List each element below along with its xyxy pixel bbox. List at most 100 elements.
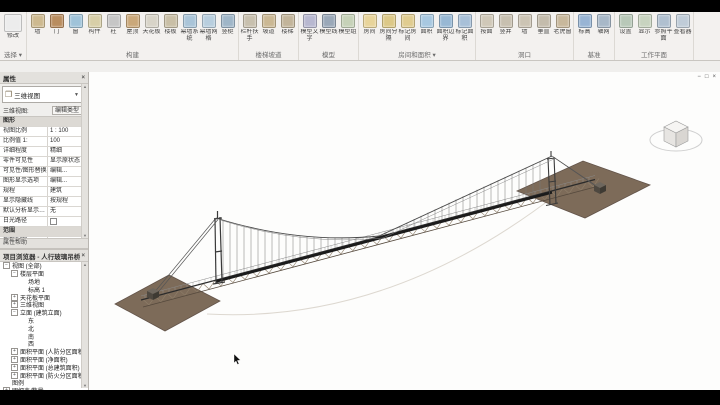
tool-component[interactable]: 构件 <box>85 13 104 36</box>
view-cube[interactable] <box>646 100 706 160</box>
view-restore-icon[interactable]: □ <box>705 74 709 80</box>
tree-expander-icon[interactable]: − <box>11 309 18 316</box>
tool-vertical-opening[interactable]: 垂直 <box>534 13 553 36</box>
tree-expander-icon[interactable]: − <box>3 262 10 269</box>
tree-expander-icon[interactable]: + <box>11 301 18 308</box>
tree-item[interactable]: −楼层平面 <box>0 270 88 278</box>
ribbon-group-label[interactable]: 房间和面积 ▾ <box>360 51 474 60</box>
tool-railing[interactable]: 栏杆扶手 <box>240 13 259 42</box>
tool-dormer[interactable]: 老虎窗 <box>553 13 572 36</box>
browser-scrollbar[interactable]: ▲▼ <box>81 262 88 388</box>
ribbon-group-label[interactable]: 工作平面 <box>616 51 692 60</box>
tool-shaft[interactable]: 竖井 <box>496 13 515 36</box>
tool-modify-cursor[interactable]: 修改 <box>1 13 25 40</box>
tool-model-group[interactable]: 模型组 <box>338 13 357 36</box>
tool-curtain-system[interactable]: 幕墙系统 <box>180 13 199 42</box>
tool-stair[interactable]: 楼梯 <box>278 13 297 36</box>
chevron-down-icon[interactable]: ▼ <box>74 92 79 98</box>
scroll-down-icon[interactable]: ▼ <box>83 383 87 388</box>
tree-expander-icon[interactable]: + <box>11 294 18 301</box>
tool-floor[interactable]: 楼板 <box>161 13 180 36</box>
property-section-header[interactable]: 图形 <box>0 117 82 127</box>
tool-label: 模型线 <box>319 29 337 36</box>
tool-room-separator[interactable]: 房间分隔 <box>379 13 398 42</box>
property-section-header[interactable]: 范围 <box>0 227 82 237</box>
tool-area[interactable]: 面积 <box>417 13 436 36</box>
close-icon[interactable]: × <box>81 75 85 81</box>
view-minimize-icon[interactable]: − <box>697 74 701 80</box>
tool-label: 模型组 <box>338 29 356 36</box>
tool-wall-opening[interactable]: 墙 <box>515 13 534 36</box>
tool-viewer[interactable]: 查看器 <box>673 13 692 36</box>
property-value[interactable]: 显示原状态 <box>47 157 82 166</box>
property-value[interactable]: 按规程 <box>47 197 82 206</box>
tree-item[interactable]: 北 <box>0 324 88 332</box>
view-close-icon[interactable]: × <box>712 74 716 80</box>
tool-area-boundary[interactable]: 面积边界 <box>436 13 455 42</box>
tree-expander-icon[interactable]: + <box>11 348 18 355</box>
tool-grid[interactable]: 轴网 <box>594 13 613 36</box>
tree-expander-icon[interactable]: + <box>3 387 10 390</box>
tree-expander-icon[interactable]: + <box>11 356 18 363</box>
properties-scrollbar[interactable]: ▲▼ <box>81 84 88 238</box>
ribbon-group-label[interactable]: 基准 <box>575 51 613 60</box>
main-cable-far[interactable] <box>220 158 556 240</box>
deck-top-chord[interactable] <box>141 180 595 301</box>
deck-bottom-chord[interactable] <box>143 187 597 308</box>
ribbon-group-label[interactable]: 构建 <box>28 51 237 60</box>
property-value[interactable]: 建筑 <box>47 187 82 196</box>
tree-item[interactable]: 东 <box>0 317 88 325</box>
checkbox-icon[interactable] <box>50 218 57 225</box>
tree-item[interactable]: −立面 (建筑立面) <box>0 309 88 317</box>
tool-tag-area[interactable]: 标记面积 <box>455 13 474 42</box>
tool-column[interactable]: 柱 <box>104 13 123 36</box>
tool-ramp[interactable]: 坡道 <box>259 13 278 36</box>
property-value[interactable]: 100 <box>47 137 82 146</box>
scroll-up-icon[interactable]: ▲ <box>83 84 87 89</box>
deck-mid-band[interactable] <box>216 192 552 281</box>
tool-room[interactable]: 房间 <box>360 13 379 36</box>
suspender-cables[interactable] <box>223 161 540 278</box>
ribbon-group-label[interactable]: 洞口 <box>477 51 572 60</box>
tool-model-line[interactable]: 模型线 <box>319 13 338 36</box>
property-value[interactable]: 编辑... <box>47 177 82 186</box>
scroll-up-icon[interactable]: ▲ <box>83 262 87 267</box>
tool-mullion[interactable]: 竖梃 <box>218 13 237 36</box>
property-value[interactable] <box>47 217 82 226</box>
ribbon-group-label[interactable]: 楼梯坡道 <box>240 51 297 60</box>
property-value[interactable]: 精细 <box>47 147 82 156</box>
edit-type-button[interactable]: 编辑类型 <box>52 106 82 115</box>
scroll-down-icon[interactable]: ▼ <box>83 233 87 238</box>
tool-level[interactable]: 标高 <box>575 13 594 36</box>
ribbon-group-label[interactable]: 模型 <box>300 51 357 60</box>
tree-item[interactable]: +明细表/数量 <box>0 387 88 390</box>
property-value[interactable]: 无 <box>47 207 82 216</box>
tool-window[interactable]: 窗 <box>66 13 85 36</box>
3d-viewport[interactable]: − □ × <box>89 72 720 390</box>
main-cable-near[interactable] <box>216 156 552 238</box>
tool-wall[interactable]: 墙 <box>28 13 47 36</box>
tool-door[interactable]: 门 <box>47 13 66 36</box>
tool-model-text[interactable]: 模型文字 <box>300 13 319 42</box>
properties-help-bar[interactable]: 属性帮助 <box>0 238 88 248</box>
property-value[interactable]: 1 : 100 <box>47 127 82 136</box>
tool-label: 墙 <box>34 29 40 36</box>
type-selector[interactable]: ❒ 三维视图 ▼ <box>2 86 82 103</box>
tree-expander-icon[interactable]: − <box>11 270 18 277</box>
tool-ceiling[interactable]: 天花板 <box>142 13 161 36</box>
tool-curtain-grid[interactable]: 幕墙网格 <box>199 13 218 42</box>
tool-tag-room[interactable]: 标记房间 <box>398 13 417 42</box>
tool-set-workplane[interactable]: 设置 <box>616 13 635 36</box>
close-icon[interactable]: × <box>81 253 85 259</box>
tool-show-workplane[interactable]: 显示 <box>635 13 654 36</box>
tree-expander-icon[interactable]: + <box>11 364 18 371</box>
bridge-model-canvas[interactable] <box>89 72 720 390</box>
tool-roof[interactable]: 屋顶 <box>123 13 142 36</box>
property-value[interactable]: 编辑... <box>47 167 82 176</box>
vertical-opening-icon <box>537 14 551 28</box>
ribbon-group-label[interactable]: 选择 ▾ <box>1 51 25 60</box>
tool-opening-by-face[interactable]: 按面 <box>477 13 496 36</box>
property-name: 比例值 1: <box>0 137 47 146</box>
tool-ref-plane[interactable]: 参照平面 <box>654 13 673 42</box>
tree-item[interactable]: 南 <box>0 332 88 340</box>
